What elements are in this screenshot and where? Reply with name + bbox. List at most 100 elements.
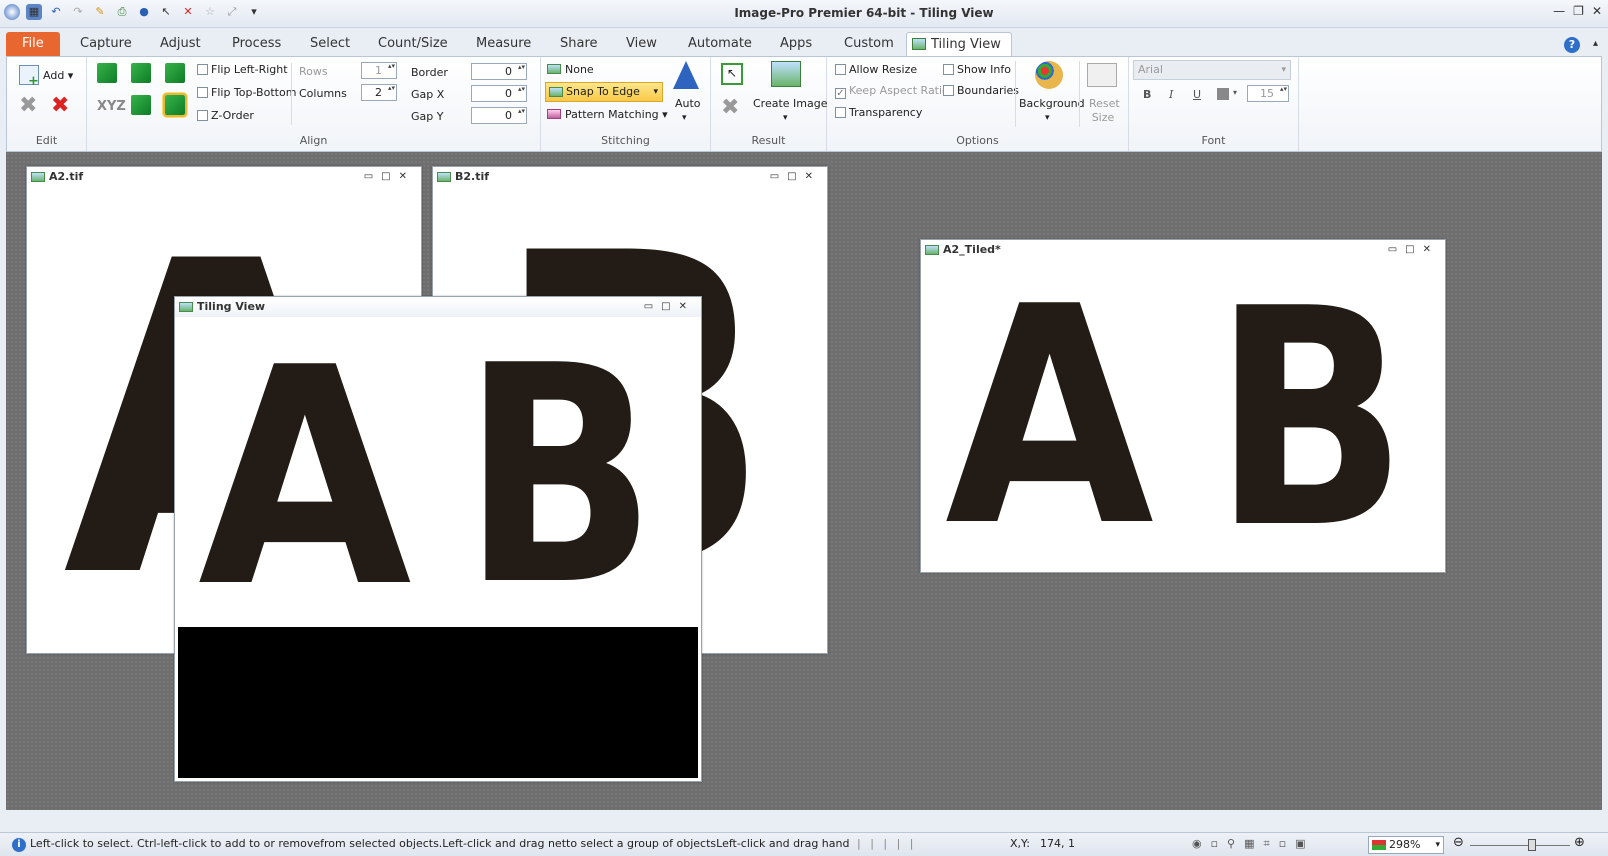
document-b2-title: B2.tif <box>455 170 490 183</box>
allow-resize-checkbox[interactable]: Allow Resize <box>835 63 917 76</box>
auto-button[interactable]: Auto <box>675 97 701 110</box>
font-name-select[interactable]: Arial ▾ <box>1133 60 1291 80</box>
document-a2-tiled[interactable]: A2_Tiled* ▭□✕ A B <box>920 239 1446 573</box>
zoom-slider-thumb[interactable] <box>1528 839 1536 851</box>
align-grid-icon[interactable] <box>131 95 151 115</box>
add-image-icon[interactable]: + <box>19 65 39 89</box>
window-controls: — ❐ ✕ <box>1553 4 1602 18</box>
document-tiling-view-header[interactable]: Tiling View ▭□✕ <box>175 297 701 317</box>
create-image-icon[interactable] <box>771 61 801 87</box>
image-icon <box>31 172 45 182</box>
delete-result-icon[interactable]: ✖ <box>721 95 739 120</box>
snap-to-edge-dropdown[interactable]: Snap To Edge ▾ <box>545 82 663 102</box>
title-bar: ▦ ↶ ↷ ✎ ⎙ ● ↖ ✕ ☆ ⤢ ▾ Image-Pro Premier … <box>0 0 1608 28</box>
italic-button[interactable]: I <box>1169 88 1173 101</box>
auto-dropdown-arrow[interactable]: ▾ <box>682 113 687 123</box>
tab-select[interactable]: Select <box>300 32 360 56</box>
align-right-icon[interactable] <box>165 63 185 83</box>
zoom-flag-icon <box>1372 840 1386 850</box>
tab-tiling-view[interactable]: Tiling View <box>906 32 1012 59</box>
flip-left-right-checkbox[interactable]: Flip Left-Right <box>197 63 288 76</box>
document-a2-tiled-window-controls[interactable]: ▭□✕ <box>1388 240 1439 260</box>
tab-file[interactable]: File <box>6 32 60 56</box>
workspace: A2.tif ▭□✕ A B2.tif ▭□✕ B A2_Tiled* ▭□✕ A B… <box>6 152 1602 810</box>
xy-label: X,Y: <box>1010 837 1030 850</box>
transparency-checkbox[interactable]: Transparency <box>835 106 922 119</box>
document-tiling-view-window-controls[interactable]: ▭□✕ <box>644 297 695 317</box>
background-dropdown-arrow[interactable]: ▾ <box>1045 113 1050 123</box>
font-size-stepper[interactable]: 15 <box>1247 85 1289 102</box>
tiling-right-tile[interactable]: B <box>438 317 698 627</box>
reset-size-icon[interactable] <box>1087 63 1117 87</box>
allow-resize-label: Allow Resize <box>849 63 918 76</box>
gap-x-label: Gap X <box>411 88 445 101</box>
document-a2-tiled-header[interactable]: A2_Tiled* ▭□✕ <box>921 240 1445 260</box>
document-b2-header[interactable]: B2.tif ▭□✕ <box>433 167 827 187</box>
ribbon-tabs: File Capture Adjust Process Select Count… <box>0 30 1608 59</box>
document-tiling-view-canvas[interactable]: A B <box>178 317 698 778</box>
tab-tiling-view-label: Tiling View <box>931 37 1001 52</box>
zoom-out-icon[interactable]: ⊖ <box>1453 835 1464 850</box>
remove-all-icon[interactable]: ✖ <box>51 93 69 118</box>
tab-process[interactable]: Process <box>222 32 291 56</box>
create-image-button[interactable]: Create Image <box>753 97 828 110</box>
font-color-dropdown-arrow[interactable]: ▾ <box>1233 88 1237 97</box>
create-image-dropdown-arrow[interactable]: ▾ <box>783 113 788 123</box>
border-stepper[interactable]: 0 <box>471 63 527 80</box>
flip-top-bottom-checkbox[interactable]: Flip Top-Bottom <box>197 86 296 99</box>
tab-adjust[interactable]: Adjust <box>150 32 211 56</box>
rows-stepper[interactable]: 1 <box>361 62 397 79</box>
pattern-matching-dropdown[interactable]: Pattern Matching ▾ <box>547 108 668 121</box>
document-a2-window-controls[interactable]: ▭□✕ <box>364 167 415 187</box>
tab-share[interactable]: Share <box>550 32 608 56</box>
keep-aspect-ratio-checkbox[interactable]: Keep Aspect Ratio <box>835 84 949 99</box>
align-diagonal-icon[interactable] <box>97 63 117 83</box>
minimize-icon[interactable]: — <box>1553 4 1565 18</box>
document-tiling-view[interactable]: Tiling View ▭□✕ A B <box>174 296 702 782</box>
document-a2-tiled-canvas[interactable]: A B <box>921 260 1445 572</box>
zoom-slider-track[interactable] <box>1470 845 1570 846</box>
add-button[interactable]: Add ▾ <box>43 69 73 82</box>
zoom-value: 298% <box>1389 838 1421 851</box>
edit-group-label: Edit <box>35 134 58 147</box>
zoom-select[interactable]: 298% ▾ <box>1368 836 1444 854</box>
z-order-checkbox[interactable]: Z-Order <box>197 109 254 122</box>
tab-count-size[interactable]: Count/Size <box>368 32 458 56</box>
tiling-left-tile[interactable]: A <box>178 317 438 627</box>
tab-view[interactable]: View <box>616 32 667 56</box>
show-info-checkbox[interactable]: Show Info <box>943 63 1011 76</box>
bold-button[interactable]: B <box>1143 88 1151 101</box>
tab-capture[interactable]: Capture <box>70 32 142 56</box>
ribbon-minimize-icon[interactable]: ▴ <box>1593 38 1598 49</box>
background-button[interactable]: Background <box>1019 97 1085 110</box>
flip-left-right-label: Flip Left-Right <box>211 63 288 76</box>
zoom-in-icon[interactable]: ⊕ <box>1574 835 1585 850</box>
font-group-label: Font <box>1201 134 1226 147</box>
auto-wizard-icon[interactable] <box>673 61 699 89</box>
underline-button[interactable]: U <box>1193 88 1201 101</box>
align-tile-icon[interactable] <box>163 93 187 117</box>
restore-icon[interactable]: ❐ <box>1573 4 1584 18</box>
gap-x-stepper[interactable]: 0 <box>471 85 527 102</box>
tab-custom[interactable]: Custom <box>834 32 904 56</box>
gap-y-stepper[interactable]: 0 <box>471 107 527 124</box>
xyz-button[interactable]: XYZ <box>97 99 126 114</box>
boundaries-checkbox[interactable]: Boundaries <box>943 84 1019 97</box>
stitch-none-option[interactable]: None <box>547 63 594 76</box>
tab-measure[interactable]: Measure <box>466 32 541 56</box>
align-top-icon[interactable] <box>131 63 151 83</box>
columns-stepper[interactable]: 2 <box>361 84 397 101</box>
font-color-icon[interactable] <box>1217 88 1229 100</box>
help-icon[interactable]: ? <box>1564 37 1580 53</box>
snap-icon <box>549 87 563 97</box>
close-icon[interactable]: ✕ <box>1592 4 1602 18</box>
tab-automate[interactable]: Automate <box>678 32 762 56</box>
tab-apps[interactable]: Apps <box>770 32 822 56</box>
select-result-icon[interactable]: ↖ <box>721 63 743 85</box>
document-b2-window-controls[interactable]: ▭□✕ <box>770 167 821 187</box>
document-a2-header[interactable]: A2.tif ▭□✕ <box>27 167 421 187</box>
remove-icon[interactable]: ✖ <box>19 93 37 118</box>
status-tool-icons[interactable]: ◉▫⚲▦⌗▫▣ <box>1192 837 1315 851</box>
background-palette-icon[interactable] <box>1035 61 1063 89</box>
reset-size-button[interactable]: Reset Size <box>1089 97 1120 125</box>
